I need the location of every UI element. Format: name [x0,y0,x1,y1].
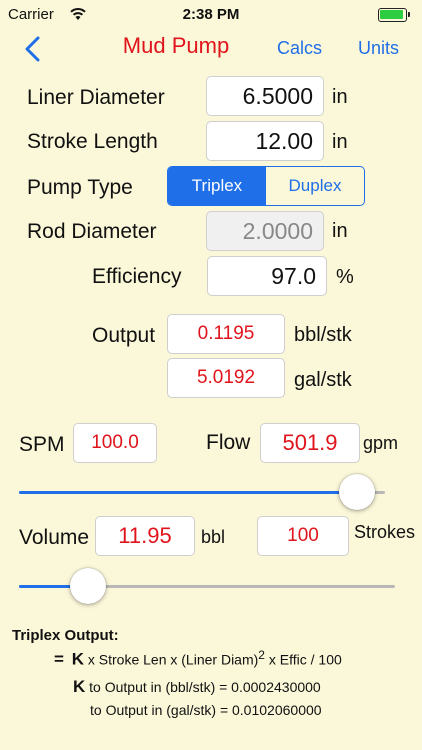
flow-field: 501.9 [260,423,360,463]
pump-type-duplex[interactable]: Duplex [266,167,364,205]
output-bbl-field: 0.1195 [167,314,285,354]
stroke-length-label: Stroke Length [27,130,158,153]
spm-label: SPM [19,433,65,456]
strokes-label: Strokes [354,522,416,542]
formula-k: K [71,649,84,669]
pump-type-label: Pump Type [27,176,133,199]
strokes-field[interactable]: 100 [257,516,349,556]
formula-line-3: to Output in (gal/stk) = 0.0102060000 [90,702,322,718]
formula-line-2: K to Output in (bbl/stk) = 0.0002430000 [73,677,321,697]
pump-type-triplex[interactable]: Triplex [168,167,266,205]
volume-slider[interactable] [19,568,395,604]
pump-type-segmented-control[interactable]: Triplex Duplex [167,166,365,206]
status-bar: Carrier 2:38 PM [0,0,422,30]
efficiency-label: Efficiency [92,265,182,288]
formula-equals: = [54,649,64,669]
spm-slider[interactable] [19,474,385,510]
formula-line-1-text: x Stroke Len x (Liner Diam) [87,651,259,668]
battery-icon [378,8,410,22]
liner-diameter-unit: in [332,86,348,108]
output-gal-field: 5.0192 [167,358,285,398]
formula-k-2: K [73,677,86,696]
output-gal-unit: gal/stk [294,369,352,391]
volume-label: Volume [19,526,90,549]
stroke-length-unit: in [332,131,348,153]
formula-line-1: = K x Stroke Len x (Liner Diam)2 x Effic… [54,648,342,670]
spm-slider-thumb[interactable] [339,474,375,510]
volume-slider-thumb[interactable] [70,568,106,604]
spm-slider-fill [19,491,357,494]
formula-line-2-text: to Output in (bbl/stk) = 0.0002430000 [89,679,321,695]
liner-diameter-label: Liner Diameter [27,86,165,109]
formula-heading: Triplex Output: [12,627,119,644]
rod-diameter-label: Rod Diameter [27,220,157,243]
output-label: Output [92,324,156,347]
flow-unit: gpm [363,433,399,453]
units-button[interactable]: Units [358,38,399,59]
output-bbl-unit: bbl/stk [294,324,352,346]
spm-field[interactable]: 100.0 [73,423,157,463]
formula-line-1-tail: x Effic / 100 [268,651,342,668]
clock: 2:38 PM [182,6,240,23]
stroke-length-field[interactable]: 12.00 [206,121,324,161]
rod-diameter-field: 2.0000 [206,211,324,251]
flow-label: Flow [206,431,251,454]
efficiency-unit: % [336,266,354,288]
volume-unit: bbl [201,527,226,547]
liner-diameter-field[interactable]: 6.5000 [206,76,324,116]
rod-diameter-unit: in [332,220,348,242]
calcs-button[interactable]: Calcs [277,38,322,59]
efficiency-field[interactable]: 97.0 [207,256,327,296]
formula-exponent: 2 [258,648,265,662]
volume-field: 11.95 [95,516,195,556]
